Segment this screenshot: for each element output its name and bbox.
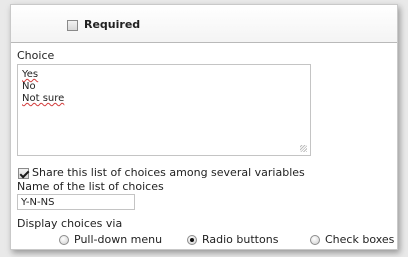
radio-check-boxes-label: Check boxes	[325, 233, 395, 246]
share-list-label: Share this list of choices among several…	[32, 166, 305, 179]
radio-pull-down-menu-label: Pull-down menu	[74, 233, 163, 246]
resize-grip-icon[interactable]	[300, 145, 307, 152]
radio-radio-buttons-label: Radio buttons	[202, 233, 279, 246]
required-label: Required	[84, 18, 141, 31]
choice-line-not-sure: Not sure	[22, 93, 64, 105]
choice-settings-panel: Required Choice Yes No Not sure Share th…	[10, 4, 398, 250]
list-name-input[interactable]	[17, 194, 135, 210]
share-list-checkbox[interactable]	[18, 168, 29, 179]
choice-line-yes: Yes	[22, 69, 39, 80]
radio-radio-buttons[interactable]	[187, 235, 197, 245]
display-choices-label: Display choices via	[17, 217, 123, 230]
radio-check-boxes[interactable]	[310, 235, 320, 245]
choice-label: Choice	[17, 49, 55, 62]
panel-header: Required	[11, 5, 397, 43]
choices-textarea[interactable]: Yes No Not sure	[17, 64, 311, 156]
choice-line-not-sure-text: Not sure	[22, 93, 65, 104]
required-checkbox[interactable]	[67, 20, 78, 31]
choice-line-no: No	[22, 81, 36, 92]
radio-pull-down-menu[interactable]	[59, 235, 69, 245]
list-name-label: Name of the list of choices	[17, 180, 164, 193]
